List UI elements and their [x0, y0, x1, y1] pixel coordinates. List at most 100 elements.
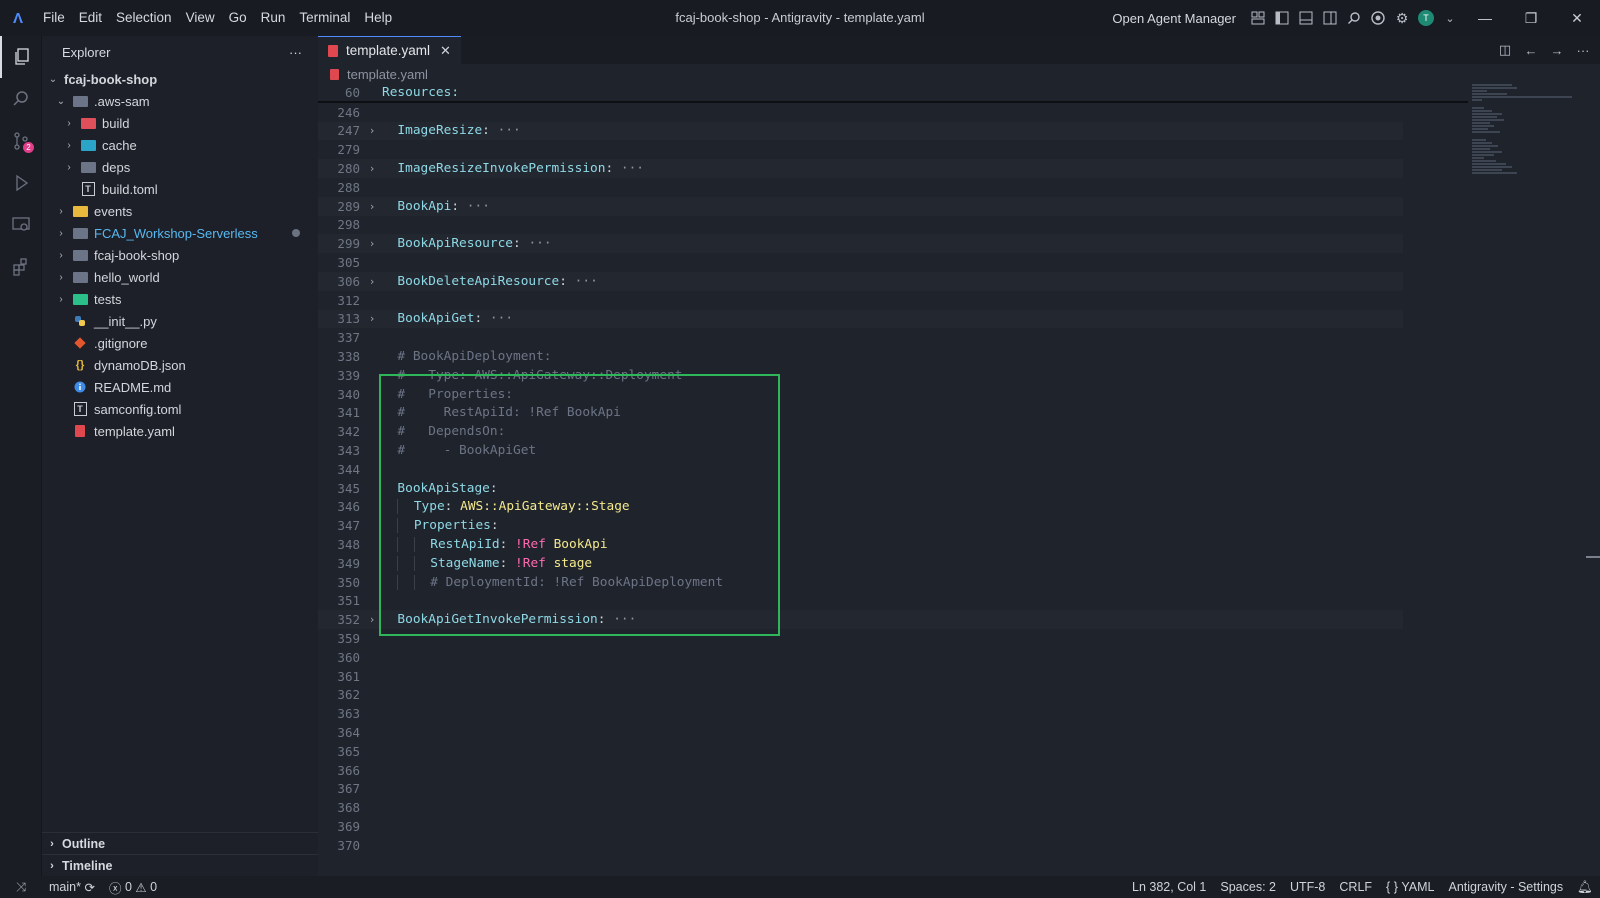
tab-template-yaml[interactable]: template.yaml ✕ — [318, 36, 461, 64]
code-line[interactable]: 348 RestApiId: !Ref BookApi — [318, 535, 1468, 554]
tree-item-tests[interactable]: › tests — [42, 288, 318, 310]
tree-item-fcaj-book-shop[interactable]: › fcaj-book-shop — [42, 244, 318, 266]
code-line[interactable]: 365 — [318, 742, 1468, 761]
code-line[interactable]: 338 # BookApiDeployment: — [318, 347, 1468, 366]
code-line[interactable]: 312 — [318, 291, 1468, 310]
minimap[interactable] — [1472, 84, 1572, 284]
toggle-secondary-sidebar-icon[interactable] — [1318, 6, 1342, 30]
menu-edit[interactable]: Edit — [72, 0, 109, 36]
search-activity-icon[interactable] — [0, 78, 42, 120]
split-editor-icon[interactable]: ◫ — [1492, 42, 1518, 58]
tree-item-aws-sam[interactable]: ⌄ .aws-sam — [42, 90, 318, 112]
language-mode[interactable]: { } YAML — [1379, 880, 1441, 894]
tree-item-gitignore[interactable]: .gitignore — [42, 332, 318, 354]
code-line[interactable]: 351 — [318, 592, 1468, 611]
code-line[interactable]: 361 — [318, 667, 1468, 686]
code-line[interactable]: 341 # RestApiId: !Ref BookApi — [318, 404, 1468, 423]
menu-terminal[interactable]: Terminal — [292, 0, 357, 36]
code-line[interactable]: 342 # DependsOn: — [318, 422, 1468, 441]
fold-chevron-icon[interactable]: › — [362, 162, 382, 175]
code-line-folded[interactable]: 306 › BookDeleteApiResource: ··· — [318, 271, 1403, 291]
tree-item-deps[interactable]: › deps — [42, 156, 318, 178]
code-line[interactable]: 346 Type: AWS::ApiGateway::Stage — [318, 498, 1468, 517]
tree-item-build-toml[interactable]: T build.toml — [42, 178, 318, 200]
explorer-icon[interactable] — [0, 36, 42, 78]
menu-view[interactable]: View — [179, 0, 222, 36]
code-line[interactable]: 369 — [318, 817, 1468, 836]
code-line[interactable]: 337 — [318, 328, 1468, 347]
tree-item-events[interactable]: › events — [42, 200, 318, 222]
customize-layout-icon[interactable] — [1246, 6, 1270, 30]
code-line[interactable]: 362 — [318, 686, 1468, 705]
code-line[interactable]: 305 — [318, 253, 1468, 272]
fold-chevron-icon[interactable]: › — [362, 275, 382, 288]
menu-go[interactable]: Go — [222, 0, 254, 36]
fold-chevron-icon[interactable]: › — [362, 613, 382, 626]
code-line[interactable]: 370 — [318, 836, 1468, 855]
code-line[interactable]: 367 — [318, 779, 1468, 798]
fold-chevron-icon[interactable]: › — [362, 312, 382, 325]
code-line[interactable]: 364 — [318, 723, 1468, 742]
code-line-folded[interactable]: 352 › BookApiGetInvokePermission: ··· — [318, 610, 1403, 630]
close-window-icon[interactable]: ✕ — [1554, 0, 1600, 36]
code-line[interactable]: 343 # - BookApiGet — [318, 441, 1468, 460]
code-line-folded[interactable]: 289 › BookApi: ··· — [318, 196, 1403, 216]
menu-file[interactable]: File — [36, 0, 72, 36]
toggle-primary-sidebar-icon[interactable] — [1270, 6, 1294, 30]
tree-item-cache[interactable]: › cache — [42, 134, 318, 156]
indentation[interactable]: Spaces: 2 — [1213, 880, 1283, 894]
sync-icon[interactable]: ⟳ — [84, 880, 94, 895]
breadcrumb[interactable]: template.yaml — [318, 64, 1600, 84]
code-line[interactable]: 339 # Type: AWS::ApiGateway::Deployment — [318, 366, 1468, 385]
open-agent-manager-button[interactable]: Open Agent Manager — [1112, 11, 1236, 26]
browser-icon[interactable] — [1366, 6, 1390, 30]
code-line[interactable]: 279 — [318, 140, 1468, 159]
code-view[interactable]: 60 Resources: 246 247 › ImageResize: ··· … — [318, 84, 1468, 855]
close-tab-icon[interactable]: ✕ — [440, 43, 451, 59]
outline-section[interactable]: › Outline — [42, 832, 318, 854]
search-icon[interactable] — [1342, 6, 1366, 30]
code-line[interactable]: 360 — [318, 648, 1468, 667]
scrollbar-position-marker[interactable] — [1586, 556, 1600, 558]
timeline-section[interactable]: › Timeline — [42, 854, 318, 876]
extensions-icon[interactable] — [0, 246, 42, 288]
code-line[interactable]: 298 — [318, 216, 1468, 235]
tree-item-readme[interactable]: README.md — [42, 376, 318, 398]
code-line-folded[interactable]: 313 › BookApiGet: ··· — [318, 309, 1403, 329]
tree-item-hello-world[interactable]: › hello_world — [42, 266, 318, 288]
code-line[interactable]: 340 # Properties: — [318, 385, 1468, 404]
code-line[interactable]: 368 — [318, 798, 1468, 817]
code-line-folded[interactable]: 299 › BookApiResource: ··· — [318, 234, 1403, 254]
tree-item-dynamodb-json[interactable]: {} dynamoDB.json — [42, 354, 318, 376]
source-control-icon[interactable]: 2 — [0, 120, 42, 162]
code-line[interactable]: 363 — [318, 704, 1468, 723]
minimize-icon[interactable]: — — [1462, 0, 1508, 36]
notifications-bell-icon[interactable]: 🔔︎ — [1570, 880, 1600, 895]
code-line[interactable]: 246 — [318, 103, 1468, 122]
tree-item-samconfig[interactable]: T samconfig.toml — [42, 398, 318, 420]
code-line-folded[interactable]: 247 › ImageResize: ··· — [318, 121, 1403, 141]
more-actions-icon[interactable]: ··· — [1570, 43, 1596, 58]
breadcrumb-file[interactable]: template.yaml — [347, 67, 428, 82]
tree-item-template-yaml[interactable]: template.yaml — [42, 420, 318, 442]
sticky-scroll-line[interactable]: 60 Resources: — [318, 84, 1468, 103]
code-line[interactable]: 350 # DeploymentId: !Ref BookApiDeployme… — [318, 573, 1468, 592]
remote-indicator-icon[interactable]: ⤨ — [0, 880, 42, 895]
go-back-icon[interactable]: ← — [1518, 43, 1544, 58]
remote-explorer-icon[interactable] — [0, 204, 42, 246]
line-ending[interactable]: CRLF — [1332, 880, 1379, 894]
problems-indicator[interactable]: ⓧ 0 ⚠ 0 — [102, 878, 164, 897]
fold-chevron-icon[interactable]: › — [362, 124, 382, 137]
menu-run[interactable]: Run — [254, 0, 293, 36]
code-line[interactable]: 344 — [318, 460, 1468, 479]
code-line[interactable]: 288 — [318, 178, 1468, 197]
settings-gear-icon[interactable]: ⚙ — [1390, 6, 1414, 30]
code-line[interactable]: 345 BookApiStage: — [318, 479, 1468, 498]
fold-chevron-icon[interactable]: › — [362, 200, 382, 213]
code-line[interactable]: 366 — [318, 761, 1468, 780]
encoding[interactable]: UTF-8 — [1283, 880, 1332, 894]
settings-link[interactable]: Antigravity - Settings — [1441, 880, 1570, 894]
branch-indicator[interactable]: main* ⟳ — [42, 880, 102, 895]
menu-selection[interactable]: Selection — [109, 0, 179, 36]
tree-item-build[interactable]: › build — [42, 112, 318, 134]
